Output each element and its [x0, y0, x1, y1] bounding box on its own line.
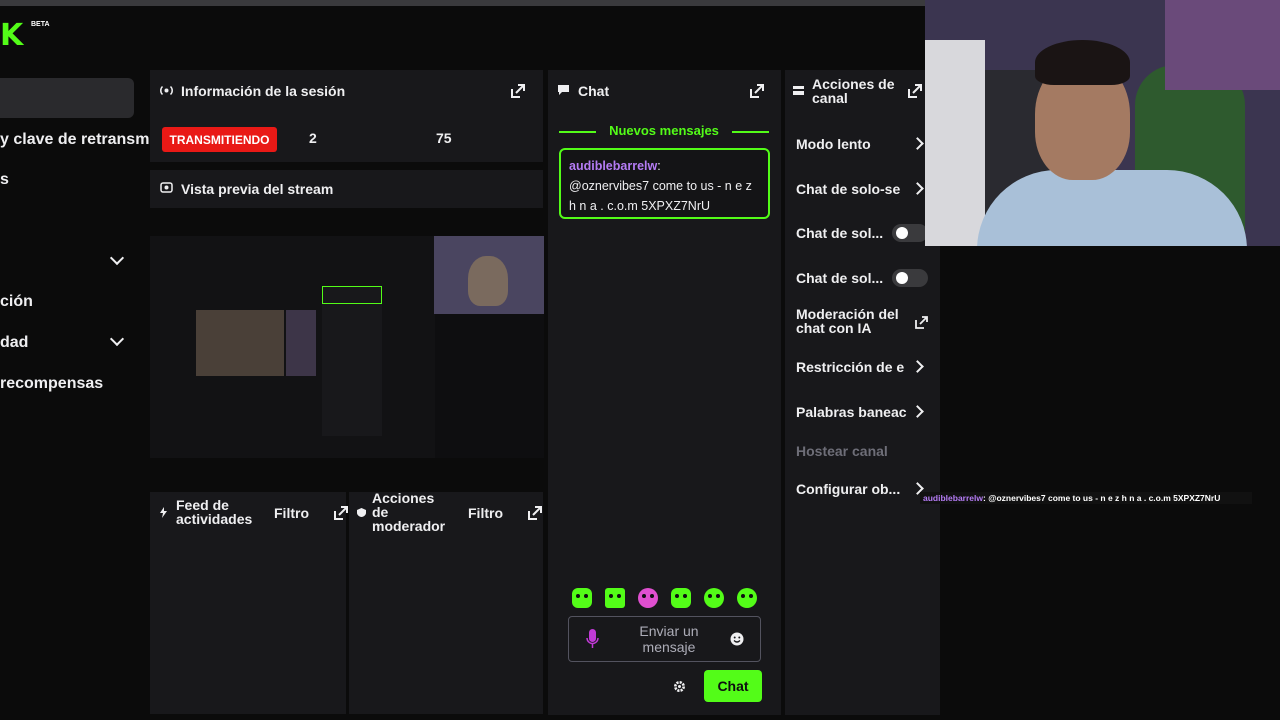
stream-preview-thumbnail[interactable]	[150, 236, 544, 458]
chevron-down-icon[interactable]	[109, 331, 125, 347]
chat-overlay-message: audiblebarrelw: @oznervibes7 come to us …	[920, 492, 1252, 504]
channel-icon	[793, 86, 804, 95]
toggle-switch[interactable]	[892, 224, 928, 242]
session-info-title: Información de la sesión	[181, 83, 346, 99]
popout-icon[interactable]	[907, 83, 923, 99]
sidebar-item-3[interactable]: ción	[0, 293, 33, 311]
popout-icon[interactable]	[527, 505, 543, 521]
activity-feed-title: Feed de actividades	[176, 497, 253, 527]
sidebar-item-4[interactable]: dad	[0, 334, 28, 352]
moderator-filter-button[interactable]: Filtro	[468, 505, 503, 521]
emoji-icon[interactable]	[730, 632, 744, 646]
lightning-icon	[160, 507, 167, 518]
overlay-text: : @oznervibes7 come to us - n e z h n a …	[983, 493, 1221, 503]
chat-message-text: @oznervibes7 come to us - n e z h n a . …	[569, 179, 752, 213]
followers-only-chat-option[interactable]: Chat de solo-se	[796, 181, 908, 197]
chevron-down-icon[interactable]	[109, 250, 125, 266]
popout-icon[interactable]	[510, 83, 526, 99]
top-bar	[0, 0, 925, 6]
subscribers-only-chat-option[interactable]: Chat de sol...	[796, 225, 888, 241]
emote-icon[interactable]	[572, 588, 592, 608]
sidebar-item-2[interactable]: s	[0, 171, 9, 189]
ai-chat-moderation-option[interactable]: Moderación del chat con IA	[796, 307, 908, 335]
camera-icon	[160, 182, 173, 193]
restriction-option[interactable]: Restricción de e	[796, 359, 908, 375]
chat-bubble-icon	[558, 85, 569, 95]
popout-icon[interactable]	[749, 83, 765, 99]
kick-logo[interactable]: K	[0, 18, 23, 53]
colon: :	[657, 159, 661, 173]
overlay-username: audiblebarrelw	[923, 493, 983, 503]
external-link-icon[interactable]	[915, 316, 928, 329]
gear-icon[interactable]	[673, 680, 686, 693]
sidebar-item-rewards[interactable]: recompensas	[0, 375, 103, 393]
slow-mode-option[interactable]: Modo lento	[796, 136, 906, 152]
new-messages-divider[interactable]: Nuevos mensajes	[559, 122, 769, 140]
emote-icon[interactable]	[737, 588, 757, 608]
moderator-actions-title: Acciones de moderador	[372, 490, 446, 534]
banned-words-option[interactable]: Palabras baneac	[796, 404, 908, 420]
chat-input[interactable]: Enviar un mensaje	[568, 616, 761, 662]
broadcast-icon	[160, 85, 173, 96]
emote-icon[interactable]	[605, 588, 625, 608]
chat-input-placeholder: Enviar un mensaje	[639, 623, 699, 655]
chat-title: Chat	[578, 83, 610, 99]
session-stat: 75	[436, 130, 452, 146]
activity-filter-button[interactable]: Filtro	[274, 505, 309, 521]
beta-label: BETA	[31, 21, 50, 28]
stream-preview-title: Vista previa del stream	[181, 181, 334, 197]
emote-icon[interactable]	[671, 588, 691, 608]
sidebar-active-item[interactable]	[0, 78, 134, 118]
channel-actions-panel	[785, 70, 940, 715]
webcam-overlay	[925, 0, 1280, 246]
microphone-icon[interactable]	[586, 629, 599, 649]
configure-obs-option[interactable]: Configurar ob...	[796, 481, 908, 497]
emote-only-chat-option[interactable]: Chat de sol...	[796, 270, 888, 286]
chat-send-button[interactable]: Chat	[704, 670, 762, 702]
popout-icon[interactable]	[333, 505, 349, 521]
channel-actions-title: Acciones de canal	[812, 76, 895, 106]
emote-icon[interactable]	[638, 588, 658, 608]
host-channel-option: Hostear canal	[796, 443, 888, 459]
sidebar-item-stream-key[interactable]: y clave de retransm	[0, 131, 149, 149]
emote-icon[interactable]	[704, 588, 724, 608]
chat-message[interactable]: audiblebarrelw: @oznervibes7 come to us …	[559, 148, 770, 219]
chat-message-username[interactable]: audiblebarrelw	[569, 159, 657, 173]
shield-icon	[357, 508, 366, 517]
toggle-switch[interactable]	[892, 269, 928, 287]
live-status-badge: TRANSMITIENDO	[162, 127, 277, 152]
new-messages-label: Nuevos mensajes	[609, 123, 719, 138]
session-stat: 2	[309, 130, 317, 146]
